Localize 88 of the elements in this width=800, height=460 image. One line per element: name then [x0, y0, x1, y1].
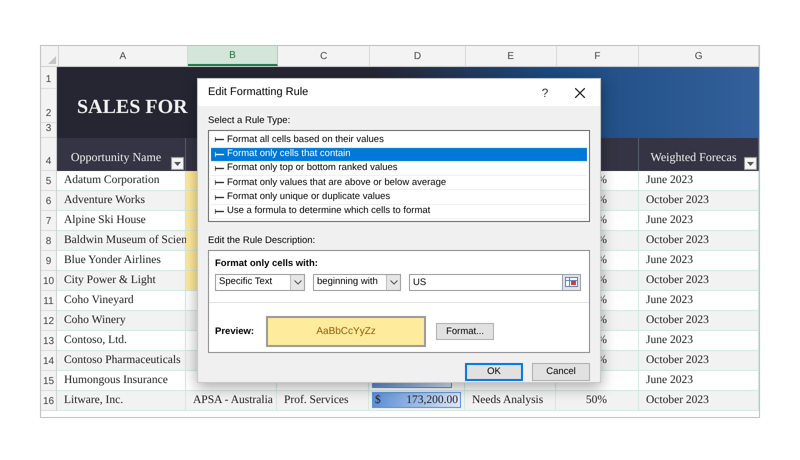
table-cell-text: Adventure Works [64, 193, 145, 208]
format-button[interactable]: Format... [436, 323, 494, 340]
table-cell-text: October 2023 [646, 193, 709, 208]
value-field[interactable]: US [409, 274, 562, 291]
list-item[interactable]: Use a formula to determine which cells to format [211, 204, 587, 220]
condition-label: Format only cells with: [215, 257, 319, 272]
table-cell-text: APSA - Australia [193, 393, 273, 408]
row-header[interactable]: 13 [41, 331, 56, 351]
close-icon [575, 88, 585, 98]
list-item[interactable]: Format only values that are above or below average [211, 176, 587, 190]
section-label: Edit the Rule Description: [208, 234, 316, 248]
table-cell-text: Contoso, Ltd. [64, 333, 127, 348]
table-cell-text: June 2023 [646, 373, 693, 388]
column-heading: Weighted Forecas [649, 149, 738, 166]
filter-button[interactable] [171, 157, 184, 170]
table-cell-text: June 2023 [646, 293, 693, 308]
table-cell-text: June 2023 [646, 253, 693, 268]
dropdown-arrow-icon [174, 162, 181, 166]
list-item[interactable]: Format only unique or duplicate values [211, 190, 587, 205]
currency-symbol: $ [375, 393, 381, 408]
row-header[interactable]: 9 [41, 251, 56, 271]
section-label: Select a Rule Type: [208, 114, 292, 128]
row-header[interactable]: 16 [41, 391, 56, 411]
column-header[interactable]: B [188, 46, 278, 66]
row-header[interactable]: 11 [41, 291, 56, 311]
column-header[interactable]: E [466, 46, 557, 66]
table-cell-text: Litware, Inc. [64, 393, 124, 408]
range-select-button[interactable] [562, 274, 581, 291]
dropdown[interactable]: beginning with [313, 274, 401, 291]
range-select-icon [565, 277, 578, 288]
row-header[interactable]: 10 [41, 271, 56, 291]
list-item[interactable]: Format only cells that contain [211, 148, 587, 162]
table-cell-text: 50% [586, 393, 607, 408]
rule-icon [215, 137, 224, 142]
column-header[interactable]: D [370, 46, 466, 66]
chevron-down-icon [390, 280, 398, 285]
table-cell-text: Adatum Corporation [64, 173, 160, 188]
rule-icon [215, 152, 224, 157]
table-cell-text: Coho Vineyard [64, 293, 134, 308]
row-header[interactable]: 7 [41, 211, 56, 231]
rule-icon [215, 208, 224, 214]
preview-label: Preview: [215, 324, 254, 339]
table-cell-text: June 2023 [646, 213, 693, 228]
table-cell-text: October 2023 [646, 233, 709, 248]
row-header[interactable]: 6 [41, 191, 56, 211]
row-header[interactable]: 8 [41, 231, 56, 251]
list-item[interactable]: Format only top or bottom ranked values [211, 162, 587, 176]
table-cell-text: Coho Winery [64, 313, 126, 328]
row-header[interactable]: 3 [41, 123, 56, 138]
column-header[interactable]: F [556, 46, 640, 66]
row-header[interactable]: 4 [41, 138, 56, 171]
help-button[interactable]: ? [530, 79, 560, 106]
table-cell-text: 173,200.00 [406, 393, 458, 408]
dialog-button[interactable]: OK [465, 363, 523, 382]
table-cell-text: Blue Yonder Airlines [64, 253, 161, 268]
rule-icon [215, 180, 224, 186]
table-cell-text: June 2023 [646, 173, 693, 188]
chevron-down-icon [294, 280, 302, 285]
table-cell-text: Needs Analysis [472, 393, 544, 408]
table-cell-text: October 2023 [646, 393, 709, 408]
column-header[interactable]: G [639, 46, 759, 66]
dialog-button[interactable]: Cancel [532, 363, 590, 382]
dialog-title: Edit Formatting Rule [208, 85, 310, 100]
dropdown[interactable]: Specific Text [215, 274, 305, 291]
filter-button[interactable] [744, 157, 757, 170]
column-heading: Opportunity Name [70, 149, 162, 166]
rule-icon [215, 166, 224, 171]
table-cell-text: Contoso Pharmaceuticals [64, 353, 181, 368]
table-cell-text: Baldwin Museum of Scien [64, 233, 187, 248]
row-header[interactable]: 12 [41, 311, 56, 331]
dropdown-arrow-icon [747, 162, 754, 166]
table-cell-text: October 2023 [646, 273, 709, 288]
preview-swatch: AaBbCcYyZz [266, 316, 426, 348]
rule-icon [215, 194, 224, 200]
row-header[interactable]: 15 [41, 371, 56, 391]
row-header[interactable]: 14 [41, 351, 56, 371]
table-cell-text: June 2023 [646, 333, 693, 348]
row-header[interactable]: 5 [41, 171, 56, 191]
table-cell-text: October 2023 [646, 313, 709, 328]
sheet-title: SALES FOR [77, 94, 188, 120]
table-cell-text: Prof. Services [284, 393, 349, 408]
table-cell-text: Humongous Insurance [64, 373, 168, 388]
table-cell-text: City Power & Light [64, 273, 156, 288]
table-cell-text: October 2023 [646, 353, 709, 368]
column-header[interactable]: C [278, 46, 370, 66]
row-header[interactable]: 2 [41, 89, 56, 123]
row-header[interactable]: 1 [41, 67, 56, 89]
table-cell-text: Alpine Ski House [64, 213, 146, 228]
